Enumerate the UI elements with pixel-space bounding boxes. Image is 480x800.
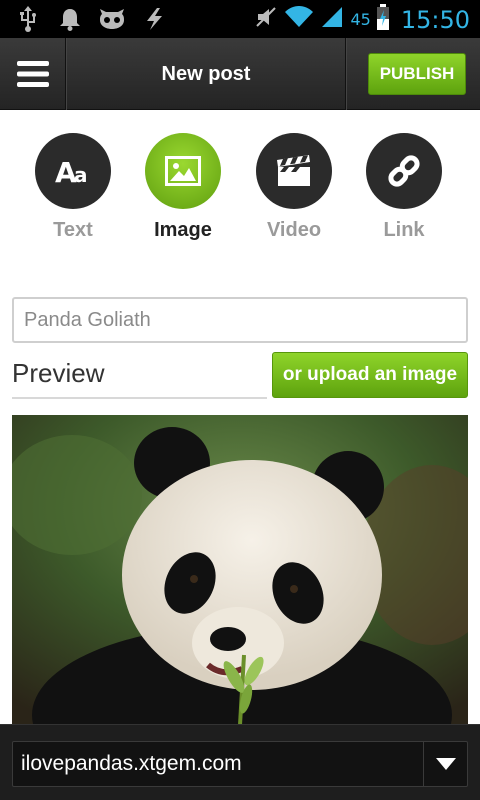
notification-bell-icon bbox=[56, 5, 84, 33]
upload-image-button[interactable]: or upload an image bbox=[272, 352, 468, 398]
lightning-icon bbox=[140, 5, 168, 33]
image-icon bbox=[165, 156, 201, 186]
publish-area: PUBLISH bbox=[345, 38, 480, 110]
post-type-video-circle[interactable] bbox=[256, 133, 332, 209]
status-bar: 45 15:50 bbox=[0, 0, 480, 38]
action-bar: New post PUBLISH bbox=[0, 38, 480, 110]
blog-selector[interactable]: ilovepandas.xtgem.com bbox=[12, 741, 468, 787]
svg-text:a: a bbox=[74, 163, 88, 186]
blog-selector-value: ilovepandas.xtgem.com bbox=[21, 752, 242, 775]
signal-icon bbox=[320, 5, 344, 34]
menu-button[interactable] bbox=[0, 38, 66, 110]
chain-link-icon bbox=[388, 155, 420, 187]
post-type-image-circle[interactable] bbox=[145, 133, 221, 209]
post-type-label: Link bbox=[383, 219, 425, 241]
mute-icon bbox=[254, 5, 278, 34]
preview-image bbox=[12, 415, 468, 725]
wifi-icon bbox=[284, 5, 314, 34]
hamburger-menu-icon bbox=[16, 61, 49, 87]
battery-icon bbox=[376, 4, 389, 35]
publish-button[interactable]: PUBLISH bbox=[368, 53, 466, 95]
clock: 15:50 bbox=[400, 5, 470, 34]
post-type-selector: A a Text Image Video Link bbox=[0, 133, 480, 248]
cyanogenmod-icon bbox=[98, 5, 126, 33]
post-title-input[interactable] bbox=[12, 297, 468, 343]
usb-icon bbox=[14, 5, 42, 33]
post-type-text[interactable]: A a Text bbox=[33, 133, 113, 242]
preview-divider bbox=[12, 397, 267, 399]
post-type-image[interactable]: Image bbox=[143, 133, 223, 242]
status-right-icons: 45 15:50 bbox=[254, 4, 470, 35]
blog-selector-toggle[interactable] bbox=[423, 742, 467, 786]
post-type-video[interactable]: Video bbox=[254, 133, 334, 242]
post-type-label: Video bbox=[266, 219, 322, 241]
post-type-link[interactable]: Link bbox=[364, 133, 444, 242]
page-title: New post bbox=[161, 63, 251, 85]
status-left-icons bbox=[14, 5, 168, 33]
dropdown-arrow-icon bbox=[435, 758, 456, 770]
post-type-text-circle[interactable]: A a bbox=[35, 133, 111, 209]
preview-heading: Preview bbox=[12, 358, 105, 388]
post-type-label: Image bbox=[154, 219, 212, 241]
bottom-bar: ilovepandas.xtgem.com bbox=[0, 724, 480, 800]
battery-level: 45 bbox=[350, 10, 371, 29]
post-type-label: Text bbox=[53, 219, 93, 241]
text-aa-icon: A a bbox=[55, 156, 88, 186]
post-type-link-circle[interactable] bbox=[366, 133, 442, 209]
video-clapper-icon bbox=[277, 155, 310, 186]
